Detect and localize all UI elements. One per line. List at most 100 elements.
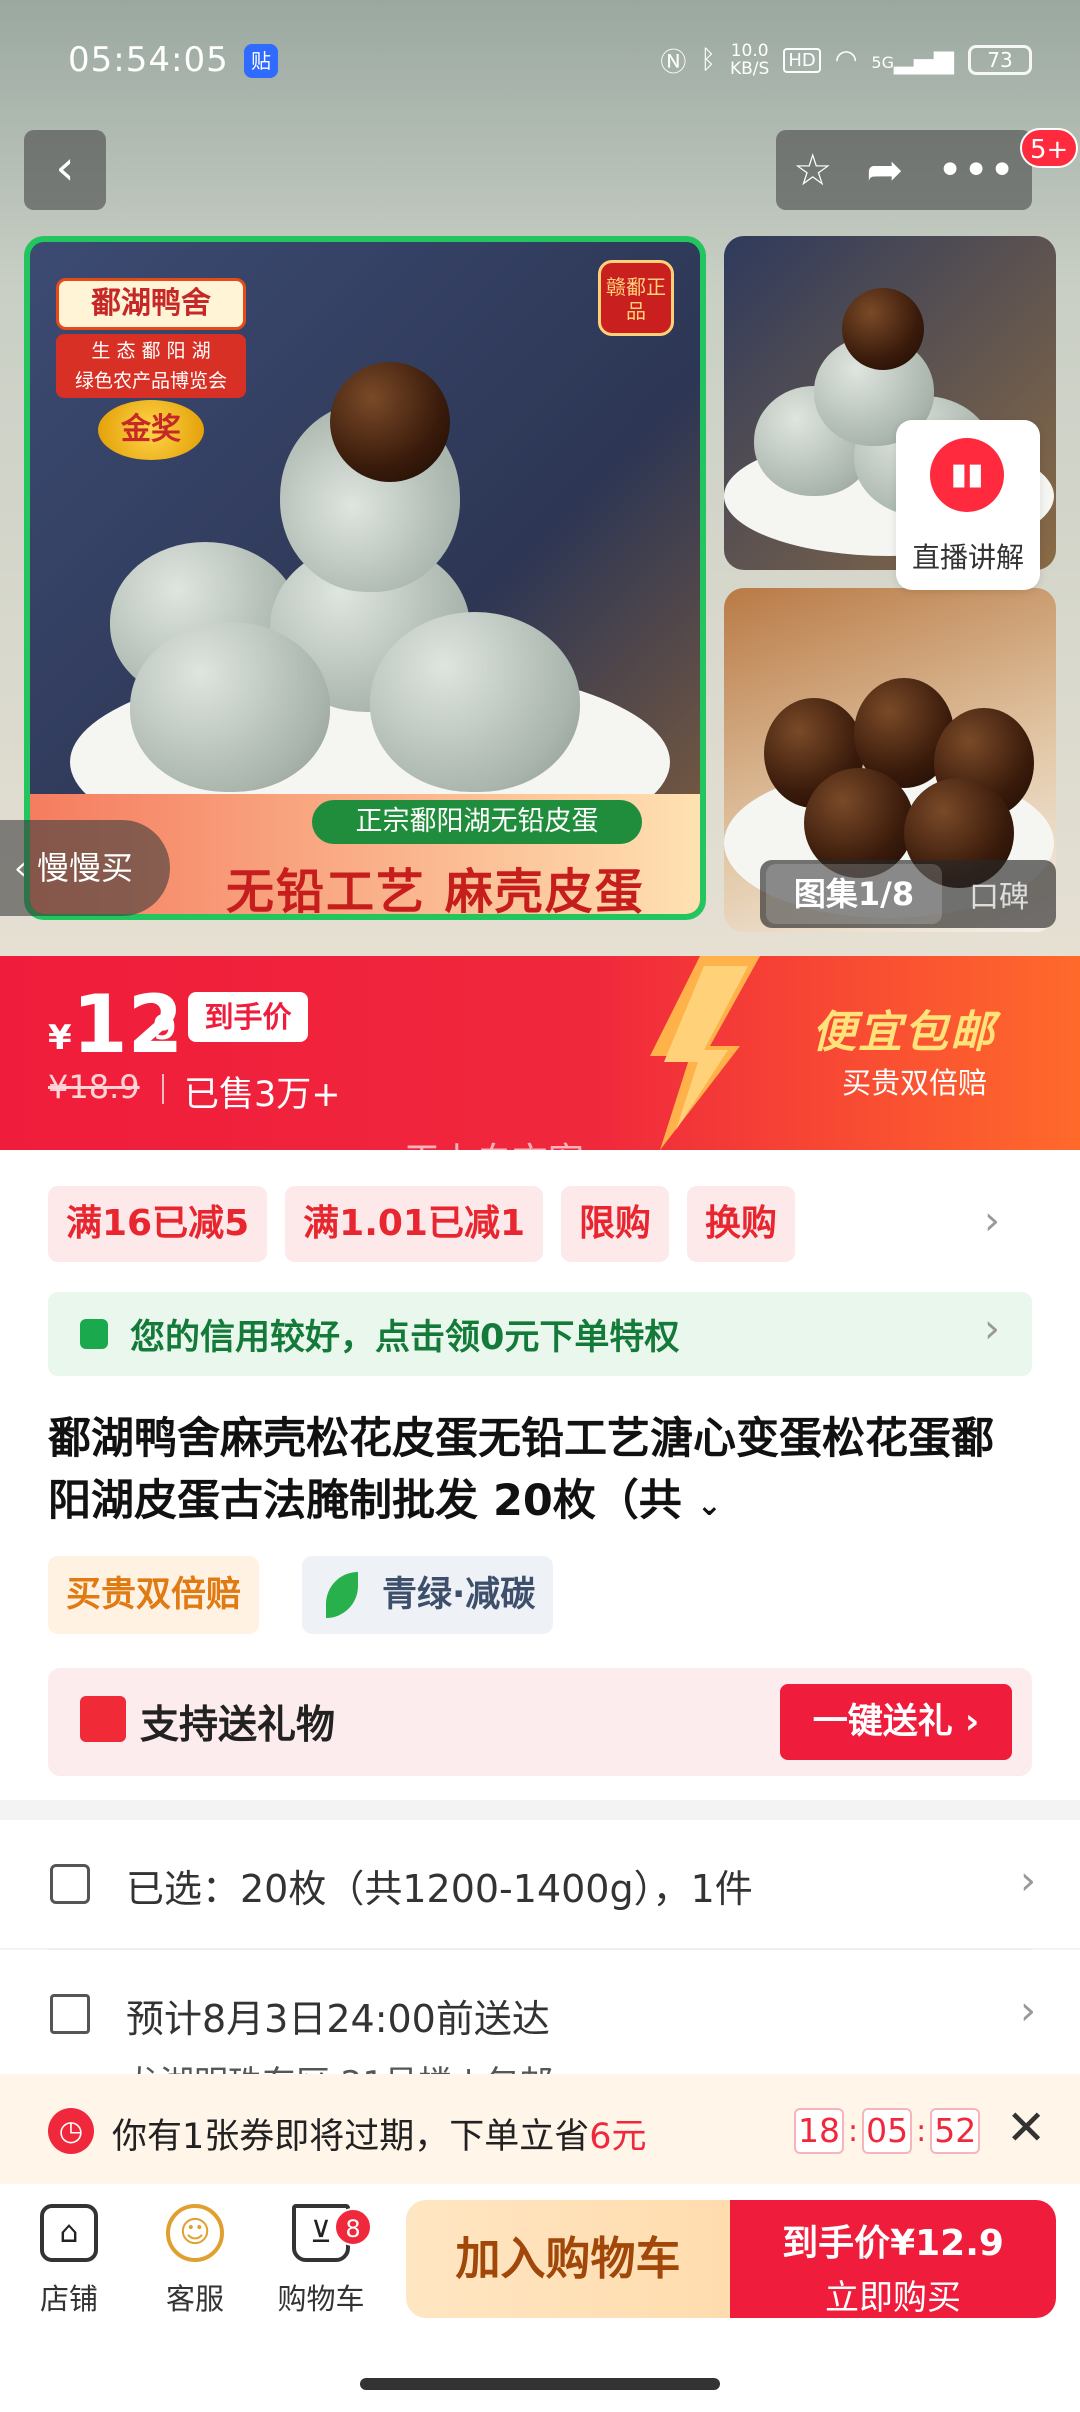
award-brand: 鄱湖鸭舍 <box>56 278 246 330</box>
gallery-switch[interactable]: 图集1/8 口碑 <box>760 860 1056 928</box>
live-explain-button[interactable]: ▮▮ 直播讲解 <box>896 420 1040 590</box>
product-title[interactable]: 鄱湖鸭舍麻壳松花皮蛋无铅工艺溏心变蛋松花蛋鄱阳湖皮蛋古法腌制批发 20枚（共 ⌄ <box>48 1408 1032 1537</box>
chevron-right-icon: › <box>1020 1858 1036 1904</box>
award-line2: 绿色农产品博览会 <box>74 370 227 392</box>
double-compensation-tag[interactable]: 买贵双倍赔 <box>48 1556 260 1634</box>
product-page: 鄱湖鸭舍 生 态 鄱 阳 湖 绿色农产品博览会 金奖 赣鄱正品 正宗鄱阳湖无铅皮… <box>0 0 1080 2412</box>
countdown-timer: 18 : 05 : 52 <box>794 2108 981 2154</box>
chevron-right-icon[interactable]: › <box>984 1306 1000 1352</box>
coupon-amount: 6元 <box>589 2117 647 2157</box>
status-icons: Ⓝ ᛒ 10.0 KB/S HD ◠ 5G▂▄▆ 73 <box>660 40 1032 80</box>
timer-minutes: 05 <box>862 2108 913 2154</box>
promo-title: 便宜包邮 <box>812 1007 996 1058</box>
wifi-icon: ◠ <box>834 45 858 75</box>
store-button[interactable]: ⌂ 店铺 <box>14 2204 124 2318</box>
cart-label: 购物车 <box>277 2282 365 2316</box>
back-button[interactable]: ‹ <box>24 130 106 210</box>
reviews-tab[interactable]: 口碑 <box>942 872 1056 916</box>
signal-label: 5G <box>871 53 894 72</box>
home-indicator[interactable] <box>360 2378 720 2390</box>
selected-spec-text: 已选：20枚（共1200-1400g），1件 <box>126 1867 753 1911</box>
award-prize: 金奖 <box>98 400 204 460</box>
buy-now-label: 立即购买 <box>825 2278 961 2318</box>
chevron-left-icon: ‹ <box>14 849 37 887</box>
customer-service-label: 客服 <box>165 2282 224 2316</box>
timer-colon: : <box>916 2113 927 2149</box>
gift-section: 支持送礼物 一键送礼 › <box>48 1668 1032 1776</box>
award-event: 生 态 鄱 阳 湖 绿色农产品博览会 <box>56 334 246 398</box>
cart-count-badge: 8 <box>334 2208 372 2246</box>
top-actions: ☆ ➦ ••• <box>776 130 1032 210</box>
send-gift-label: 一键送礼 <box>812 1702 953 1742</box>
selected-spec-row[interactable]: 已选：20枚（共1200-1400g），1件 › <box>0 1820 1080 1948</box>
authentic-seal: 赣鄱正品 <box>598 260 674 336</box>
chevron-right-icon[interactable]: › <box>984 1198 1000 1244</box>
currency-symbol: ¥ <box>48 1018 72 1058</box>
net-speed-unit: KB/S <box>729 59 770 79</box>
coupon-text: 你有1张券即将过期，下单立省6元 <box>112 2108 647 2159</box>
main-product-image[interactable]: 鄱湖鸭舍 生 态 鄱 阳 湖 绿色农产品博览会 金奖 赣鄱正品 正宗鄱阳湖无铅皮… <box>24 236 706 920</box>
clock: 05:54:05 <box>68 40 229 80</box>
close-icon[interactable]: ✕ <box>1006 2100 1046 2156</box>
expand-chevron-icon[interactable]: ⌄ <box>697 1488 722 1523</box>
promo-tag[interactable]: 满1.01已减1 <box>285 1186 544 1262</box>
coupon-text-prefix: 你有1张券即将过期，下单立省 <box>112 2117 590 2157</box>
add-to-cart-button[interactable]: 加入购物车 <box>406 2200 730 2318</box>
bluetooth-icon: ᛒ <box>700 45 716 75</box>
promo-tags[interactable]: 满16已减5 满1.01已减1 限购 换购 <box>48 1186 796 1262</box>
timer-colon: : <box>848 2113 859 2149</box>
price-separator <box>162 1074 164 1104</box>
net-speed-value: 10.0 <box>730 41 769 61</box>
promo-tag[interactable]: 限购 <box>561 1186 670 1262</box>
slow-buy-tab[interactable]: ‹ 慢慢买 <box>0 820 170 916</box>
store-icon: ⌂ <box>40 2204 98 2262</box>
delivery-row[interactable]: 预计8月3日24:00前送达 龙湖明珠东区 21号楼 | 包邮 › <box>0 1950 1080 2104</box>
egg <box>130 622 330 792</box>
gift-icon <box>80 1696 126 1742</box>
battery-icon: 73 <box>968 45 1032 75</box>
credit-privilege-banner[interactable]: 您的信用较好，点击领0元下单特权 <box>48 1292 1032 1376</box>
banner-headline: 无铅工艺 麻壳皮蛋 <box>226 864 645 920</box>
buy-now-button[interactable]: 到手价¥12.9 立即购买 <box>730 2200 1056 2318</box>
gift-label: 支持送礼物 <box>140 1703 336 1748</box>
customer-service-button[interactable]: ☺ 客服 <box>140 2204 250 2318</box>
checklist-icon <box>50 1864 90 1904</box>
gallery-tab[interactable]: 图集1/8 <box>766 864 942 924</box>
price-band: ¥ 12 .9 到手价 ¥18.9 已售3万+ 便宜包邮 买贵双倍赔 <box>0 956 1080 1150</box>
notification-app-icon: 贴 <box>244 44 278 78</box>
award-line1: 生 态 鄱 阳 湖 <box>91 340 211 362</box>
credit-text: 您的信用较好，点击领0元下单特权 <box>130 1317 680 1358</box>
status-bar: 05:54:05 贴 Ⓝ ᛒ 10.0 KB/S HD ◠ 5G▂▄▆ 73 <box>0 0 1080 120</box>
banner-ribbon: 正宗鄱阳湖无铅皮蛋 <box>312 800 642 844</box>
coupon-expiry-bar[interactable]: ◷ 你有1张券即将过期，下单立省6元 18 : 05 : 52 ✕ <box>0 2074 1080 2184</box>
share-icon[interactable]: ➦ <box>866 145 903 196</box>
nfc-icon: Ⓝ <box>660 47 687 78</box>
timer-hours: 18 <box>794 2108 844 2154</box>
final-price-tag: 到手价 <box>188 992 308 1042</box>
egg <box>370 612 580 792</box>
original-price: ¥18.9 <box>48 1068 140 1106</box>
truck-icon <box>50 1994 90 2034</box>
buy-price-label: 到手价¥12.9 <box>782 2223 1004 2264</box>
sold-count: 已售3万+ <box>184 1075 341 1115</box>
century-egg <box>842 288 924 370</box>
live-label: 直播讲解 <box>911 541 1024 574</box>
back-icon: ‹ <box>55 140 75 196</box>
promo-tag[interactable]: 满16已减5 <box>48 1186 268 1262</box>
award-badge: 鄱湖鸭舍 生 态 鄱 阳 湖 绿色农产品博览会 金奖 <box>56 278 246 460</box>
shopping-bag-icon <box>80 1319 108 1349</box>
watermark: 天上白衣客 <box>404 1141 585 1182</box>
customer-service-icon: ☺ <box>166 2204 224 2262</box>
timer-seconds: 52 <box>930 2108 981 2154</box>
send-gift-button[interactable]: 一键送礼 › <box>780 1684 1012 1760</box>
net-speed: 10.0 KB/S <box>730 42 769 78</box>
live-bars-icon: ▮▮ <box>930 438 1004 512</box>
chevron-right-icon: › <box>1020 1988 1036 2034</box>
more-icon[interactable]: ••• <box>937 145 1015 196</box>
promo-subtitle: 买贵双倍赔 <box>842 1066 988 1100</box>
star-icon[interactable]: ☆ <box>793 145 832 196</box>
price-decimal: .9 <box>140 1008 177 1048</box>
product-title-text: 鄱湖鸭舍麻壳松花皮蛋无铅工艺溏心变蛋松花蛋鄱阳湖皮蛋古法腌制批发 20枚（共 <box>48 1414 994 1526</box>
promo-tag[interactable]: 换购 <box>687 1186 796 1262</box>
clock-icon: ◷ <box>48 2108 94 2154</box>
